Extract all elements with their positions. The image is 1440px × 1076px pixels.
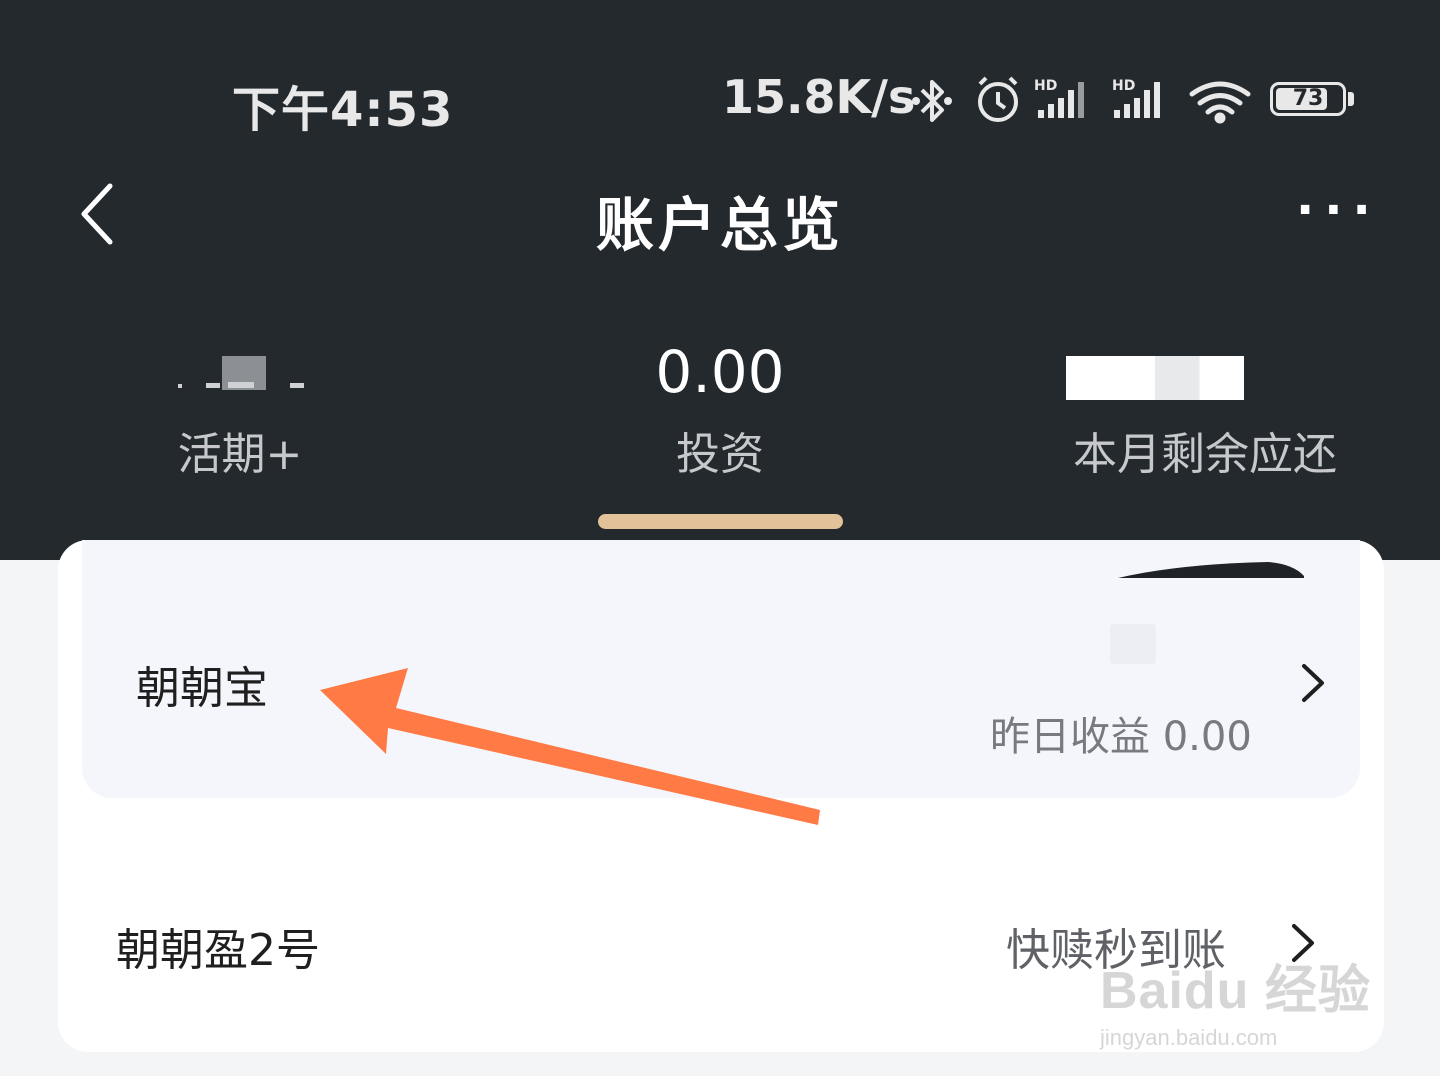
tab-amount: 0.00 (655, 338, 785, 406)
watermark: Baidu 经验 jingyan.baidu.com (1100, 948, 1380, 1058)
page-title: 账户总览 (595, 191, 844, 259)
product-name: 朝朝宝 (136, 663, 268, 714)
product-yesterday-income: 昨日收益 0.00 (990, 714, 1252, 760)
tab-label: 投资 (676, 429, 764, 480)
active-tab-indicator (598, 514, 843, 529)
chevron-right-icon (1294, 660, 1330, 706)
annotation-arrow-icon (320, 668, 820, 825)
tab-current-deposit[interactable]: 活期+ (110, 330, 370, 482)
network-speed: 15.8K/s (722, 70, 916, 124)
battery-tip (1348, 92, 1354, 106)
masked-area (1110, 624, 1156, 664)
status-icons-svg: HD HD (912, 76, 1251, 124)
watermark-url: jingyan.baidu.com (1100, 1025, 1278, 1050)
masked-amount (1066, 356, 1244, 400)
svg-text:HD: HD (1112, 78, 1135, 94)
wifi-icon (1189, 81, 1251, 124)
alarm-icon (978, 76, 1018, 122)
watermark-logo: Baidu 经验 (1100, 962, 1371, 1020)
header: 下午4:53 15.8K/s HD HD 73 账户总览 ··· 活期+ 0.0… (0, 0, 1440, 560)
more-button[interactable]: ··· (1296, 186, 1386, 250)
tab-remaining-repayment[interactable]: 本月剩余应还 (1040, 330, 1370, 482)
status-time: 下午4:53 (232, 82, 454, 138)
tab-investment[interactable]: 0.00 投资 (580, 330, 860, 482)
battery-level: 73 (1292, 86, 1324, 111)
svg-text:HD: HD (1034, 78, 1057, 94)
battery-icon: 73 (1270, 82, 1346, 116)
tab-label: 本月剩余应还 (1073, 429, 1337, 480)
signal-hd-icon-2: HD (1112, 78, 1160, 118)
status-icons: HD HD 73 (908, 72, 1368, 132)
tab-label: 活期+ (177, 429, 303, 480)
masked-area (1118, 560, 1304, 580)
bluetooth-icon (912, 80, 952, 122)
signal-hd-icon-1: HD (1034, 78, 1084, 118)
product-name: 朝朝盈2号 (116, 925, 320, 976)
masked-amount-residue (178, 382, 304, 388)
